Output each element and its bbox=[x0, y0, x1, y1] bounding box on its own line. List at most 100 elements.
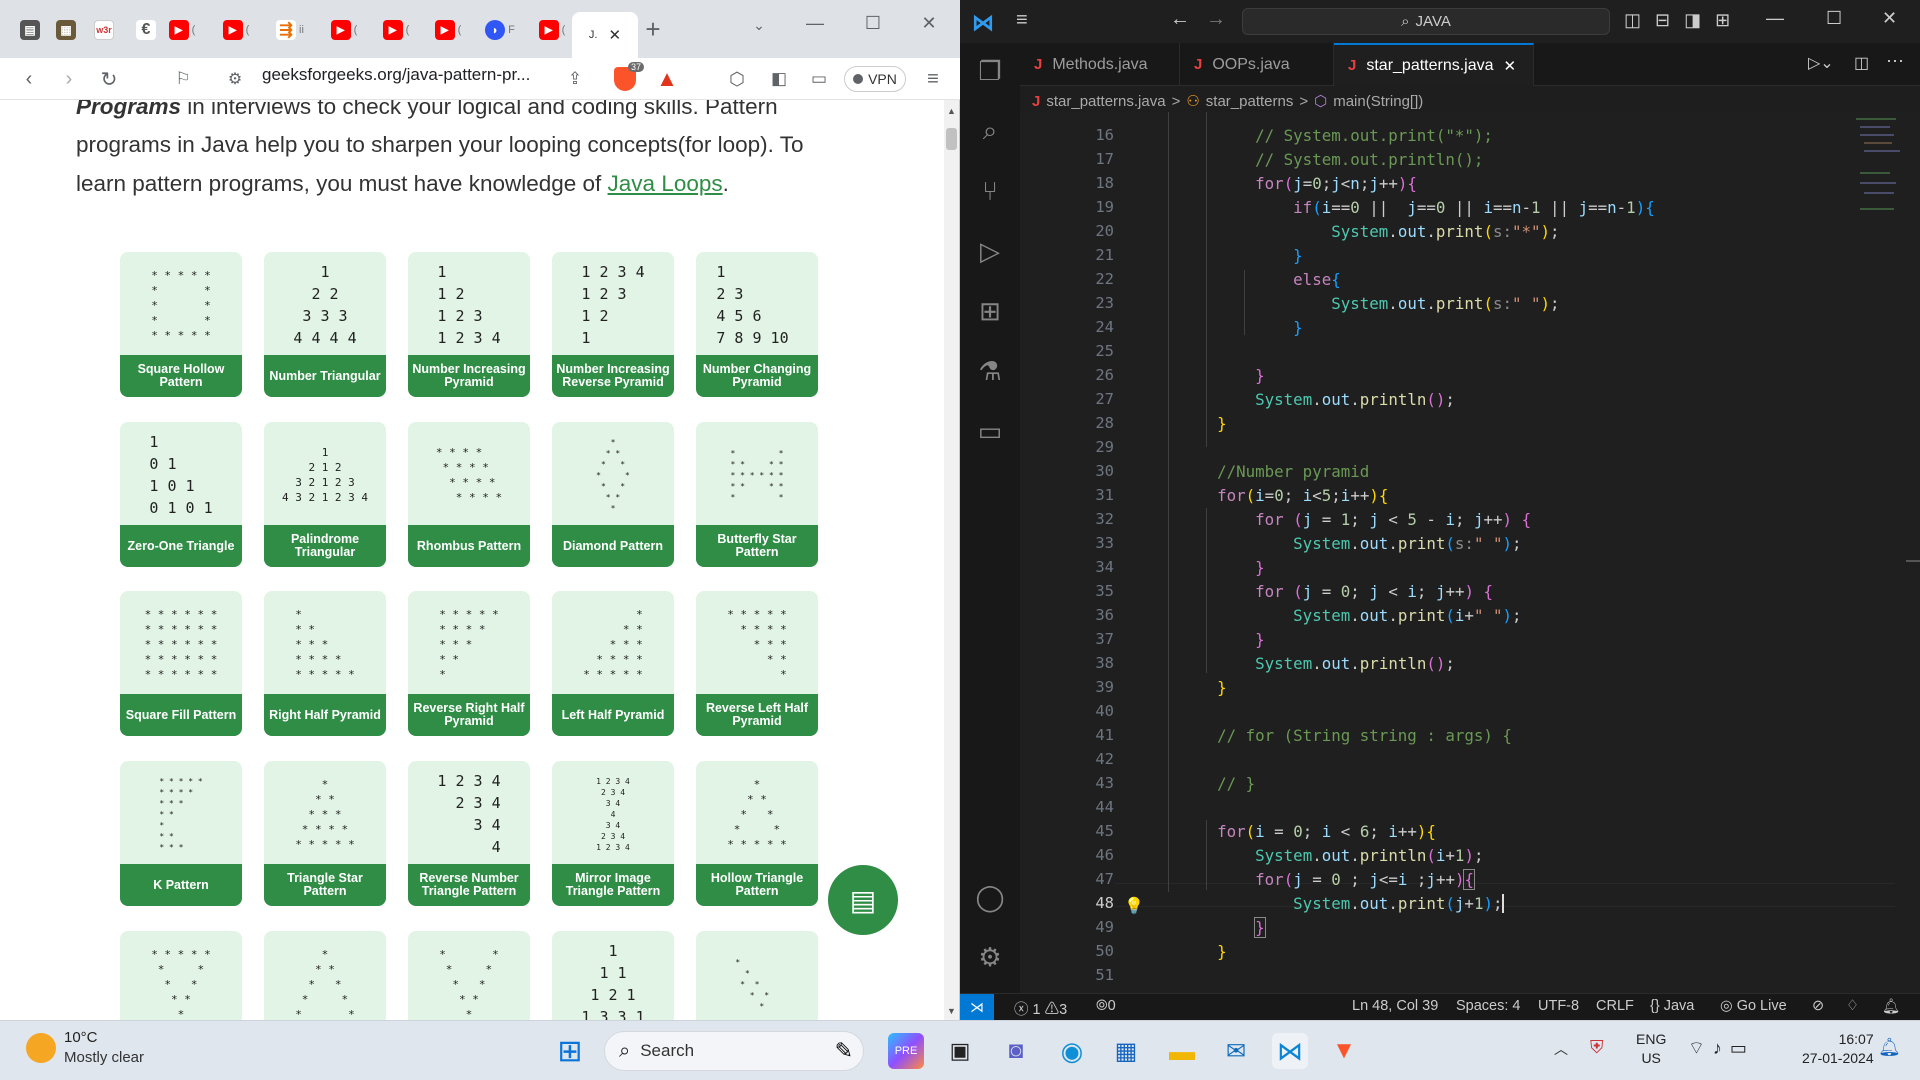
java-loops-link[interactable]: Java Loops bbox=[608, 171, 723, 196]
browser-tab-active[interactable]: J. ✕ bbox=[572, 12, 638, 58]
pattern-card[interactable]: * * * * * * * bbox=[696, 931, 818, 1020]
layout-customize-icon[interactable]: ⊞ bbox=[1715, 10, 1744, 30]
account-icon[interactable]: ◯ bbox=[974, 881, 1006, 913]
bookmark-icon[interactable]: ⚐ bbox=[170, 66, 196, 92]
layout-sidebar-icon[interactable]: ◫ bbox=[1624, 10, 1655, 30]
pattern-card[interactable]: * * * * * * * * * * * * * * * Left Half P… bbox=[552, 591, 674, 736]
browser-tab[interactable]: ▶( bbox=[160, 12, 204, 48]
breadcrumb-method[interactable]: main(String[]) bbox=[1333, 93, 1423, 110]
feedback-icon[interactable]: ♢ bbox=[1846, 998, 1859, 1014]
pattern-card[interactable]: * * * * * * * * * * * * Diamond Pattern bbox=[552, 422, 674, 567]
chevron-down-icon[interactable]: ⌄ bbox=[746, 12, 772, 38]
browser-tab[interactable]: ▶( bbox=[214, 12, 258, 48]
pattern-card[interactable]: 1 2 3 4 1 2 3 1 2 1 Number Increasing Re… bbox=[552, 252, 674, 397]
ports-indicator[interactable]: ⦾0 bbox=[1096, 998, 1116, 1014]
code-editor[interactable]: 16 17 18 19 20 21 22 23 24 25 26 27 28 29 30 31 32 33 34 35… bbox=[1020, 112, 1920, 993]
system-tray[interactable]: ⌔♪▭ bbox=[1688, 1037, 1755, 1060]
tab-star-patterns[interactable]: Jstar_patterns.java ✕ bbox=[1334, 43, 1534, 86]
copilot-icon[interactable]: ⊘ bbox=[1812, 998, 1824, 1014]
notification-icon[interactable]: 🔔︎ bbox=[1878, 1037, 1901, 1058]
tab-oops[interactable]: J OOPs.java bbox=[1180, 43, 1334, 86]
store-icon[interactable]: ▦ bbox=[1108, 1033, 1144, 1069]
search-icon[interactable]: ⌕ bbox=[974, 115, 1006, 147]
go-live-button[interactable]: ◎ Go Live bbox=[1720, 998, 1787, 1014]
browser-tab[interactable]: ▶( bbox=[322, 12, 366, 48]
split-editor-icon[interactable]: ◫ bbox=[1854, 53, 1869, 73]
edge-icon[interactable]: ◉ bbox=[1054, 1033, 1090, 1069]
vpn-button[interactable]: VPN bbox=[844, 66, 906, 92]
share-icon[interactable]: ⇪ bbox=[562, 66, 588, 92]
task-view-icon[interactable]: ▣ bbox=[942, 1033, 978, 1069]
pattern-card[interactable]: * * * * * * * * * * * * * * * Right Half … bbox=[264, 591, 386, 736]
teams-icon[interactable]: ◙ bbox=[998, 1033, 1034, 1069]
pattern-card[interactable]: * * * * * * * * * * * * bbox=[120, 931, 242, 1020]
pattern-card[interactable]: 1 2 2 3 3 3 4 4 4 4 Number Triangular bbox=[264, 252, 386, 397]
line-ending[interactable]: CRLF bbox=[1596, 998, 1634, 1014]
pattern-card[interactable]: * * * * * * * * * * * * * * * Triangle St… bbox=[264, 761, 386, 906]
command-center-search[interactable]: ⌕ JAVA bbox=[1242, 8, 1610, 35]
pattern-card[interactable]: 1 2 3 4 2 3 4 3 4 4 Reverse Number Triang… bbox=[408, 761, 530, 906]
mail-icon[interactable]: ✉ bbox=[1218, 1033, 1254, 1069]
pattern-card[interactable]: * * * * * * * * * * * * * * * * Rhombus P… bbox=[408, 422, 530, 567]
pattern-card[interactable]: 1 0 1 1 0 1 0 1 0 1 Zero-One Triangle bbox=[120, 422, 242, 567]
extensions-icon[interactable]: ⬡ bbox=[724, 66, 750, 92]
reader-mode-button[interactable]: ▤ bbox=[828, 865, 898, 935]
browser-tab[interactable]: ◗ F bbox=[478, 12, 522, 48]
tab-methods[interactable]: J Methods.java bbox=[1020, 43, 1180, 86]
pattern-card[interactable]: 1 1 1 1 2 1 1 3 3 1 bbox=[552, 931, 674, 1020]
pattern-card[interactable]: 1 1 2 1 2 3 1 2 3 4 Number Increasing Pyr… bbox=[408, 252, 530, 397]
remote-explorer-icon[interactable]: ▭ bbox=[974, 415, 1006, 447]
pattern-card[interactable]: * * * * * * * * * bbox=[408, 931, 530, 1020]
notifications-bell-icon[interactable]: 🔔︎ bbox=[1882, 998, 1900, 1015]
editor-scrollbar[interactable] bbox=[1906, 560, 1920, 562]
settings-gear-icon[interactable]: ⚙ bbox=[974, 941, 1006, 973]
close-icon[interactable]: ✕ bbox=[916, 10, 942, 36]
language-indicator[interactable]: ENG US bbox=[1636, 1030, 1666, 1068]
extensions-icon[interactable]: ⊞ bbox=[974, 295, 1006, 327]
vscode-taskbar-icon[interactable]: ⋈ bbox=[1272, 1033, 1308, 1069]
run-icon[interactable]: ▷⌄ bbox=[1808, 53, 1834, 73]
layout-split-icon[interactable]: ◨ bbox=[1684, 10, 1715, 30]
breadcrumb-class[interactable]: star_patterns bbox=[1206, 93, 1294, 110]
cursor-position[interactable]: Ln 48, Col 39 bbox=[1352, 998, 1438, 1014]
close-tab-icon[interactable]: ✕ bbox=[608, 26, 621, 44]
weather-desc[interactable]: Mostly clear bbox=[64, 1049, 144, 1066]
sidebar-icon[interactable]: ◧ bbox=[766, 66, 792, 92]
windows-start-icon[interactable]: ⊞ bbox=[552, 1033, 588, 1069]
copilot-icon[interactable]: PRE bbox=[888, 1033, 924, 1069]
brave-shield-icon[interactable]: 37 bbox=[612, 62, 644, 92]
nav-back-icon[interactable]: ← bbox=[1170, 8, 1190, 31]
reload-icon[interactable]: ↻ bbox=[96, 66, 122, 92]
menu-icon[interactable]: ≡ bbox=[920, 66, 946, 92]
vpn-tray-icon[interactable]: ⛨ bbox=[1590, 1037, 1604, 1058]
browser-tab[interactable]: ▶( bbox=[374, 12, 418, 48]
run-debug-icon[interactable]: ▷ bbox=[974, 235, 1006, 267]
nav-forward-icon[interactable]: → bbox=[1206, 8, 1226, 31]
hamburger-icon[interactable]: ≡ bbox=[1016, 9, 1028, 32]
browser-tab[interactable]: w3r bbox=[82, 12, 126, 48]
pattern-card[interactable]: 1 2 1 2 3 2 1 2 3 4 3 2 1 2 3 4 Palindrom… bbox=[264, 422, 386, 567]
pattern-card[interactable]: 1 2 3 4 5 6 7 8 9 10 Number Changing Pyr… bbox=[696, 252, 818, 397]
brave-rewards-icon[interactable]: ▲ bbox=[654, 66, 680, 92]
file-explorer-icon[interactable]: ▬ bbox=[1164, 1033, 1200, 1069]
wallet-icon[interactable]: ▭ bbox=[806, 66, 832, 92]
scroll-up-icon[interactable]: ▲ bbox=[947, 106, 956, 116]
layout-panel-icon[interactable]: ⊟ bbox=[1655, 10, 1684, 30]
pattern-card[interactable]: 1 2 3 4 2 3 4 3 4 4 3 4 2 3 4 1 2 3 4 Mir… bbox=[552, 761, 674, 906]
back-icon[interactable]: ‹ bbox=[16, 66, 42, 92]
remote-indicator-icon[interactable]: ⋊ bbox=[960, 994, 994, 1021]
lightbulb-icon[interactable]: 💡 bbox=[1124, 896, 1144, 916]
maximize-icon[interactable]: ☐ bbox=[1826, 8, 1842, 29]
pattern-card[interactable]: * * * * * * * * * * * * * * * * * * * * … bbox=[120, 761, 242, 906]
address-bar[interactable]: geeksforgeeks.org/java-pattern-pr... bbox=[212, 62, 542, 88]
layout-controls[interactable]: ◫⊟◨⊞ bbox=[1624, 10, 1744, 31]
pattern-card[interactable]: * * * * * * * * * bbox=[264, 931, 386, 1020]
weather-temp[interactable]: 10°C bbox=[64, 1029, 98, 1046]
pattern-card[interactable]: * * * * * * * * * * * * * * * Reverse Ri… bbox=[408, 591, 530, 736]
explorer-icon[interactable]: ❐ bbox=[974, 55, 1006, 87]
minimize-icon[interactable]: — bbox=[1766, 8, 1784, 29]
browser-tab[interactable]: ⇶ ii bbox=[268, 12, 312, 48]
pattern-card[interactable]: * * * * * * * * * * * * * * * Reverse Lef… bbox=[696, 591, 818, 736]
clock[interactable]: 16:07 27-01-2024 bbox=[1802, 1030, 1874, 1068]
brave-taskbar-icon[interactable]: ▼ bbox=[1326, 1033, 1362, 1069]
